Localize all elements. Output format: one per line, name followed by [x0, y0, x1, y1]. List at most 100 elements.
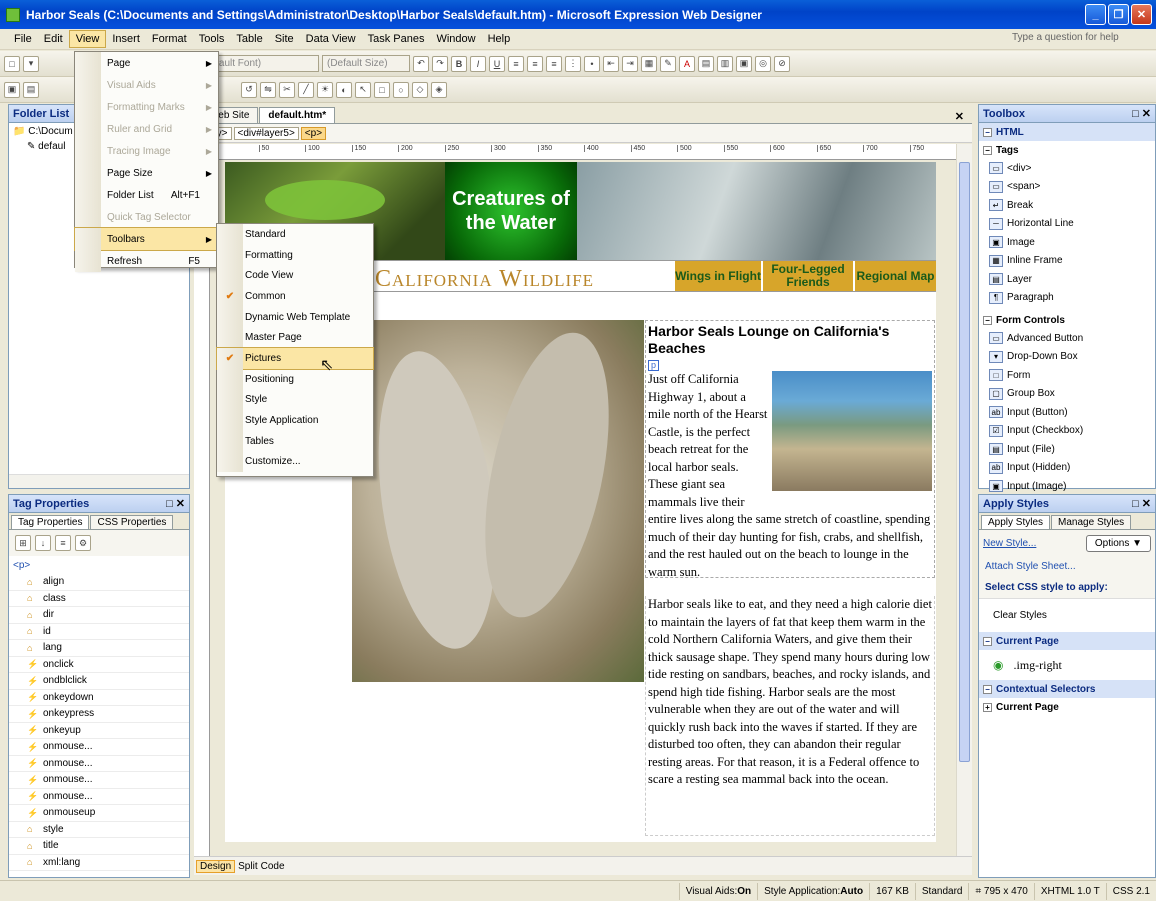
current-page-group-2[interactable]: + Current Page — [979, 698, 1155, 716]
toolbox-tag-item[interactable]: ↵ Break — [979, 196, 1155, 215]
minimize-button[interactable]: _ — [1085, 4, 1106, 25]
property-row[interactable]: ⚡ onkeypress — [9, 706, 189, 723]
property-row[interactable]: ⌂ lang — [9, 640, 189, 657]
view-menu-item[interactable]: Tracing Image ▶ — [75, 140, 218, 162]
article-layer[interactable]: Harbor Seals Lounge on California's Beac… — [645, 320, 935, 579]
property-row[interactable]: ⌂ dir — [9, 607, 189, 624]
toolbox-form-item[interactable]: ▣ Input (Image) — [979, 477, 1155, 496]
undo-icon[interactable]: ↶ — [413, 55, 429, 72]
property-row[interactable]: ⚡ onmouse... — [9, 739, 189, 756]
property-row[interactable]: ⌂ style — [9, 822, 189, 838]
beach-photo[interactable] — [772, 371, 932, 491]
toolbox-tag-item[interactable]: ▭ <span> — [979, 178, 1155, 197]
bold-icon[interactable]: B — [451, 55, 467, 72]
apply-styles-close-icon[interactable]: □ ✕ — [1132, 497, 1151, 510]
toolbox-form-item[interactable]: ▢ Group Box — [979, 385, 1155, 404]
folder-list-hscroll[interactable] — [9, 474, 189, 488]
property-row[interactable]: ⌂ xml:lang — [9, 855, 189, 871]
tab-css-properties[interactable]: CSS Properties — [90, 515, 174, 529]
status-css[interactable]: CSS 2.1 — [1105, 882, 1156, 900]
toolbars-menu-item[interactable]: ✔ Common — [217, 286, 373, 307]
table-icon[interactable]: ▤ — [698, 55, 714, 72]
font-color-icon[interactable]: A — [679, 55, 695, 72]
banner-seal-image[interactable] — [577, 162, 936, 260]
property-row[interactable]: ⚡ onkeydown — [9, 690, 189, 706]
highlight-icon[interactable]: ✎ — [660, 55, 676, 72]
toolbars-menu-item[interactable]: Positioning — [217, 368, 373, 390]
flip-icon[interactable]: ⇋ — [260, 81, 276, 98]
toolbox-form-item[interactable]: ab Input (Button) — [979, 403, 1155, 422]
design-view-button[interactable]: Design — [196, 859, 236, 873]
current-page-group[interactable]: − Current Page — [979, 632, 1155, 650]
tab-tag-properties[interactable]: Tag Properties — [11, 515, 90, 529]
status-style-application[interactable]: Style Application: Auto — [757, 882, 869, 900]
toolbars-menu-item[interactable]: Code View — [217, 265, 373, 287]
crumb-layer5[interactable]: <div#layer5> — [233, 126, 299, 140]
view-menu-item[interactable]: Quick Tag Selector — [75, 206, 218, 228]
nav-four-legged-friends[interactable]: Four-Legged Friends — [761, 261, 853, 291]
menu-view[interactable]: View — [68, 30, 107, 48]
property-row[interactable]: ⚡ onmouse... — [9, 789, 189, 805]
status-dimensions[interactable]: ⌗ 795 x 470 — [968, 882, 1033, 900]
style-img-right[interactable]: ◉ .img-right — [979, 650, 1155, 680]
contrast-icon[interactable]: ◐ — [336, 81, 352, 98]
show-set-icon[interactable]: ≡ — [55, 535, 71, 551]
thumbnail-icon[interactable]: ▤ — [23, 81, 39, 98]
split-view-button[interactable]: Split — [238, 861, 257, 872]
sort-az-icon[interactable]: ↓ — [35, 535, 51, 551]
options-button[interactable]: Options ▼ — [1085, 534, 1151, 552]
nav-regional-map[interactable]: Regional Map — [853, 261, 936, 291]
seals-photo[interactable] — [352, 320, 644, 682]
indent-icon[interactable]: ⇥ — [622, 55, 638, 72]
toolbox-form-item[interactable]: ▤ Input (File) — [979, 440, 1155, 459]
toolbox-form-group[interactable]: − Form Controls — [979, 311, 1155, 329]
menu-data-view[interactable]: Data View — [300, 31, 362, 47]
view-menu-item[interactable]: Formatting Marks ▶ — [75, 96, 218, 118]
toolbox-tag-item[interactable]: ▣ Image — [979, 233, 1155, 252]
rotate-icon[interactable]: ↺ — [241, 81, 257, 98]
toolbars-menu-item[interactable]: Standard — [217, 224, 373, 245]
toolbox-tag-item[interactable]: ▦ Inline Frame — [979, 252, 1155, 271]
toolbars-menu-item[interactable]: ✔ Pictures — [216, 347, 374, 370]
underline-icon[interactable]: U — [489, 55, 505, 72]
menu-table[interactable]: Table — [230, 31, 268, 47]
property-row[interactable]: ⚡ onmouse... — [9, 756, 189, 772]
toolbars-menu-item[interactable]: Dynamic Web Template — [217, 306, 373, 328]
menu-file[interactable]: File — [8, 31, 38, 47]
toolbox-form-item[interactable]: □ Form — [979, 366, 1155, 385]
polygon-hotspot-icon[interactable]: ◇ — [412, 81, 428, 98]
code-view-button[interactable]: Code — [261, 861, 285, 872]
align-left-icon[interactable]: ≡ — [508, 55, 524, 72]
menu-insert[interactable]: Insert — [106, 31, 146, 47]
open-icon[interactable]: ▾ — [23, 55, 39, 72]
nav-wings-in-flight[interactable]: Wings in Flight — [673, 261, 761, 291]
panel-close-icon[interactable]: □ ✕ — [166, 497, 185, 510]
view-menu-item[interactable]: Refresh F5 — [75, 250, 218, 272]
property-row[interactable]: ⌂ title — [9, 838, 189, 855]
view-menu-item[interactable]: Ruler and Grid ▶ — [75, 118, 218, 140]
toolbox-tag-item[interactable]: ▤ Layer — [979, 270, 1155, 289]
property-row[interactable]: ⚡ onmouse... — [9, 772, 189, 789]
tab-default-htm[interactable]: default.htm* — [259, 107, 336, 123]
tab-manage-styles[interactable]: Manage Styles — [1051, 515, 1132, 529]
property-row[interactable]: ⌂ align — [9, 574, 189, 591]
contextual-selectors-group[interactable]: − Contextual Selectors — [979, 680, 1155, 698]
layer-icon[interactable]: ▥ — [717, 55, 733, 72]
bullets-icon[interactable]: • — [584, 55, 600, 72]
align-center-icon[interactable]: ≡ — [527, 55, 543, 72]
brightness-icon[interactable]: ☀ — [317, 81, 333, 98]
property-row[interactable]: ⌂ class — [9, 591, 189, 607]
crumb-p[interactable]: <p> — [300, 126, 327, 140]
status-visual-aids[interactable]: Visual Aids: On — [678, 882, 757, 900]
menu-edit[interactable]: Edit — [38, 31, 69, 47]
status-mode[interactable]: Standard — [914, 882, 969, 900]
outdent-icon[interactable]: ⇤ — [603, 55, 619, 72]
toolbars-menu-item[interactable]: Style Application — [217, 410, 373, 431]
toolbox-html-group[interactable]: − HTML — [979, 123, 1155, 141]
property-row[interactable]: ⚡ onkeyup — [9, 723, 189, 739]
new-page-icon[interactable]: □ — [4, 55, 20, 72]
new-style-link[interactable]: New Style... — [983, 538, 1036, 549]
menu-window[interactable]: Window — [430, 31, 481, 47]
preview-icon[interactable]: ◎ — [755, 55, 771, 72]
stop-icon[interactable]: ⊘ — [774, 55, 790, 72]
